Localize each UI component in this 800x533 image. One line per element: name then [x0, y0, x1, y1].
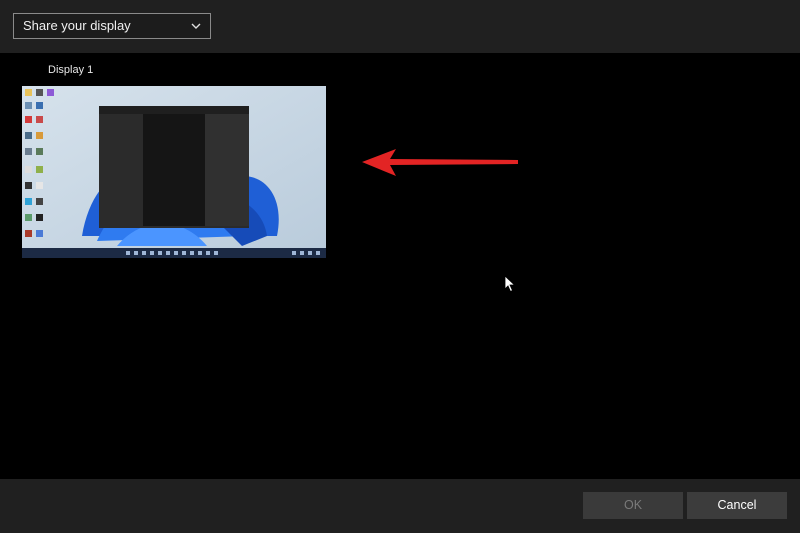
mouse-cursor-icon	[504, 275, 516, 293]
chevron-down-icon	[191, 23, 201, 29]
cancel-button[interactable]: Cancel	[687, 492, 787, 519]
share-source-dropdown[interactable]: Share your display	[13, 13, 211, 39]
display-thumbnail[interactable]	[22, 86, 326, 258]
top-bar: Share your display	[0, 0, 800, 53]
red-arrow-annotation	[362, 149, 518, 176]
ok-button[interactable]: OK	[583, 492, 683, 519]
display-label: Display 1	[48, 64, 94, 76]
share-source-value: Share your display	[23, 18, 131, 33]
dialog-footer: OK Cancel	[0, 479, 800, 533]
desktop-preview-image	[22, 86, 326, 258]
